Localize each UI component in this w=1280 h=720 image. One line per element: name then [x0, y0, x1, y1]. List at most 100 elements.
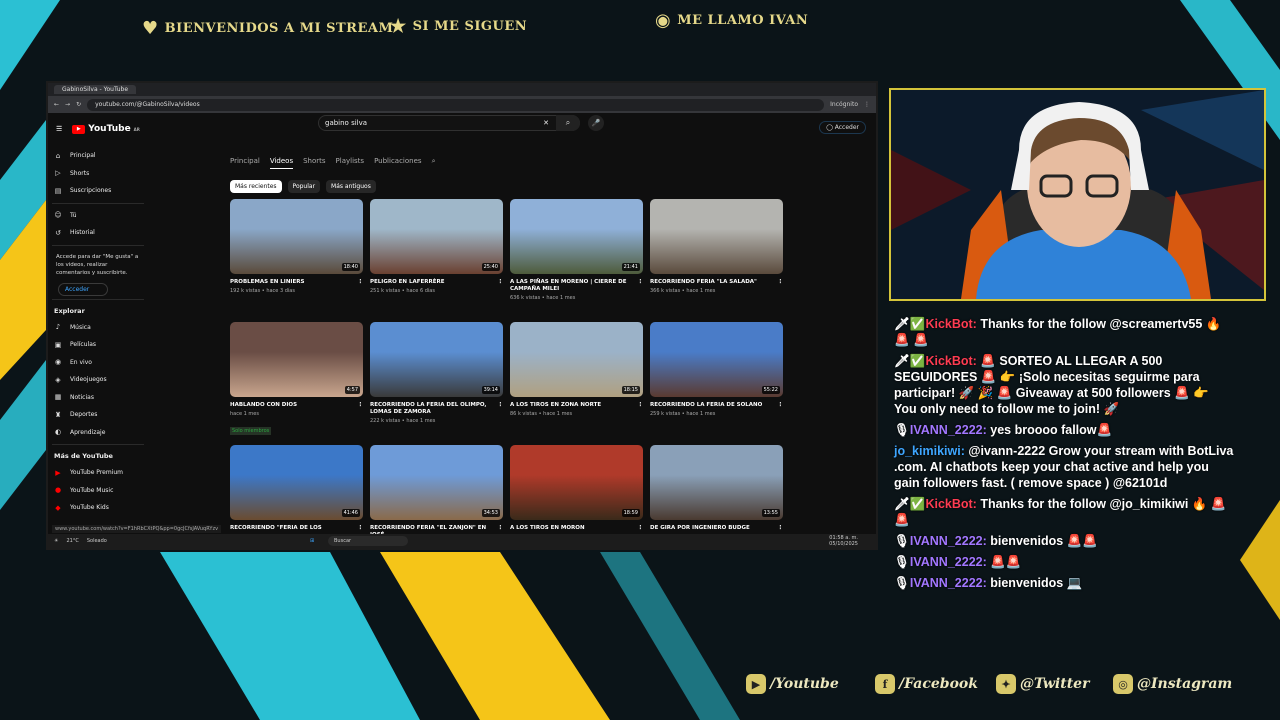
sidebar-item[interactable]: ◈ Videojuegos: [52, 371, 144, 389]
video-title[interactable]: RECORRIENDO "FERIA DE LOS ⋮: [230, 525, 363, 532]
more-options-icon[interactable]: ⋮: [498, 525, 504, 532]
video-thumbnail[interactable]: 13:55: [650, 445, 783, 520]
start-icon[interactable]: ⊞: [310, 538, 314, 544]
clear-icon[interactable]: ✕: [543, 119, 549, 127]
sidebar-item[interactable]: ◐ Aprendizaje: [52, 424, 144, 442]
search-button[interactable]: ⌕: [556, 115, 580, 131]
video-title[interactable]: RECORRIENDO FERIA "LA SALADA" ⋮: [650, 279, 783, 286]
channel-tabs: Principal Videos Shorts Playlists Publicacio…: [230, 157, 435, 169]
sort-chip[interactable]: Popular: [287, 180, 321, 193]
more-options-icon[interactable]: ⋮: [498, 279, 504, 286]
sidebar-signin-button[interactable]: Acceder: [58, 282, 108, 296]
video-thumbnail[interactable]: 25:40: [370, 199, 503, 274]
chat-username[interactable]: IVANN_2222:: [910, 576, 987, 590]
sidebar-item[interactable]: ◉ En vivo: [52, 354, 144, 372]
video-title[interactable]: A LOS TIROS EN MORON ⋮: [510, 525, 643, 532]
video-card[interactable]: 21:41 A LAS PIÑAS EN MORENO | CIERRE DE C…: [510, 199, 643, 315]
sidebar-item[interactable]: ↺ Historial: [52, 224, 144, 242]
sidebar-item[interactable]: ♜ Deportes: [52, 406, 144, 424]
chat-username[interactable]: IVANN_2222:: [910, 534, 987, 548]
youtube-logo[interactable]: ▶ YouTube AR: [72, 124, 140, 134]
video-title[interactable]: HABLANDO CON DIOS ⋮: [230, 402, 363, 409]
channel-search-icon[interactable]: ⌕: [432, 157, 436, 169]
more-options-icon[interactable]: ⋮: [778, 279, 784, 286]
more-options-icon[interactable]: ⋮: [638, 279, 644, 286]
address-bar[interactable]: youtube.com/@GabinoSilva/videos: [87, 98, 825, 111]
video-card[interactable]: 25:40 PELIGRO EN LAFERRÈRE ⋮ 251 k vistas •…: [370, 199, 503, 315]
video-title[interactable]: PELIGRO EN LAFERRÈRE ⋮: [370, 279, 503, 286]
video-title[interactable]: DE GIRA POR INGENIERO BUDGE ⋮: [650, 525, 783, 532]
back-icon[interactable]: ←: [54, 101, 59, 108]
chat-username[interactable]: KickBot:: [925, 497, 976, 511]
tab-principal[interactable]: Principal: [230, 157, 260, 169]
video-duration: 21:41: [621, 263, 640, 271]
search-input[interactable]: gabino silva ✕: [318, 115, 580, 131]
video-thumbnail[interactable]: 18:15: [510, 322, 643, 397]
sidebar-item[interactable]: ♪ Música: [52, 319, 144, 337]
video-title-text: PROBLEMAS EN LINIERS: [230, 279, 305, 285]
sidebar-item[interactable]: ▷ Shorts: [52, 165, 144, 183]
chat-username[interactable]: jo_kimikiwi:: [894, 444, 965, 458]
sidebar-item[interactable]: ⌂ Principal: [52, 147, 144, 165]
video-title[interactable]: A LAS PIÑAS EN MORENO | CIERRE DE CAMPAÑ…: [510, 279, 643, 293]
video-title[interactable]: A LOS TIROS EN ZONA NORTE ⋮: [510, 402, 643, 409]
banner-follow: ★ Si me siguen: [390, 16, 527, 37]
video-card[interactable]: 18:15 A LOS TIROS EN ZONA NORTE ⋮ 86 k vist…: [510, 322, 643, 438]
voice-search-button[interactable]: 🎤: [588, 115, 604, 131]
sidebar-item-label: Principal: [70, 152, 96, 160]
chat-username[interactable]: IVANN_2222:: [910, 423, 987, 437]
video-card[interactable]: RECORRIENDO FERIA "LA SALADA" ⋮ 366 k vist…: [650, 199, 783, 315]
more-options-icon[interactable]: ⋮: [778, 525, 784, 532]
sidebar-item[interactable]: ▣ Películas: [52, 336, 144, 354]
video-thumbnail[interactable]: [650, 199, 783, 274]
more-options-icon[interactable]: ⋮: [638, 525, 644, 532]
video-thumbnail[interactable]: 34:53: [370, 445, 503, 520]
video-card[interactable]: 4:57 HABLANDO CON DIOS ⋮ hace 1 mes Solo mie…: [230, 322, 363, 438]
hamburger-icon[interactable]: ☰: [56, 125, 62, 133]
more-options-icon[interactable]: ⋮: [358, 279, 364, 286]
incognito-badge[interactable]: Incógnito: [830, 101, 858, 108]
more-options-icon[interactable]: ⋮: [358, 525, 364, 532]
tab-publicaciones[interactable]: Publicaciones: [374, 157, 421, 169]
tab-shorts[interactable]: Shorts: [303, 157, 325, 169]
video-thumbnail[interactable]: 41:46: [230, 445, 363, 520]
video-card[interactable]: 55:22 RECORRIENDO LA FERIA DE SOLANO ⋮ 259 …: [650, 322, 783, 438]
chat-username[interactable]: KickBot:: [925, 317, 976, 331]
reload-icon[interactable]: ↻: [76, 101, 81, 108]
sidebar-item[interactable]: ▦ Noticias: [52, 389, 144, 407]
more-options-icon[interactable]: ⋮: [498, 402, 504, 409]
video-thumbnail[interactable]: 55:22: [650, 322, 783, 397]
sidebar-item[interactable]: ☺ Tú: [52, 207, 144, 225]
sidebar-item[interactable]: ▶ YouTube Premium: [52, 464, 144, 482]
weather-icon[interactable]: ☀: [54, 538, 58, 544]
forward-icon[interactable]: →: [65, 101, 70, 108]
sort-chip[interactable]: Más recientes: [230, 180, 282, 193]
menu-icon[interactable]: ⋮: [864, 101, 870, 108]
sidebar-item[interactable]: ▤ Suscripciones: [52, 182, 144, 200]
video-thumbnail[interactable]: 39:14: [370, 322, 503, 397]
video-card[interactable]: 18:40 PROBLEMAS EN LINIERS ⋮ 192 k vistas •…: [230, 199, 363, 315]
taskbar-search[interactable]: Buscar: [328, 536, 408, 546]
more-options-icon[interactable]: ⋮: [638, 402, 644, 409]
sidebar-item[interactable]: ◆ YouTube Kids: [52, 499, 144, 517]
tab-playlists[interactable]: Playlists: [336, 157, 365, 169]
video-thumbnail[interactable]: 18:40: [230, 199, 363, 274]
video-card[interactable]: 39:14 RECORRIENDO LA FERIA DEL OLIMPO, LO…: [370, 322, 503, 438]
sort-chip[interactable]: Más antiguos: [326, 180, 376, 193]
chat-username[interactable]: KickBot:: [925, 354, 976, 368]
video-thumbnail[interactable]: 21:41: [510, 199, 643, 274]
sidebar-item[interactable]: ● YouTube Music: [52, 482, 144, 500]
more-options-icon[interactable]: ⋮: [358, 402, 364, 409]
video-title[interactable]: RECORRIENDO LA FERIA DE SOLANO ⋮: [650, 402, 783, 409]
video-title[interactable]: RECORRIENDO LA FERIA DEL OLIMPO, LOMAS D…: [370, 402, 503, 416]
video-thumbnail[interactable]: 4:57: [230, 322, 363, 397]
video-thumbnail[interactable]: 18:59: [510, 445, 643, 520]
sidebar-item-icon: ▣: [54, 340, 62, 349]
video-duration: 39:14: [481, 386, 500, 394]
tab-videos[interactable]: Videos: [269, 157, 294, 169]
more-options-icon[interactable]: ⋮: [778, 402, 784, 409]
chat-username[interactable]: IVANN_2222:: [910, 555, 987, 569]
signin-button[interactable]: ◯ Acceder: [819, 121, 866, 134]
browser-tab[interactable]: GabinoSilva - YouTube: [54, 85, 137, 94]
video-title[interactable]: PROBLEMAS EN LINIERS ⋮: [230, 279, 363, 286]
